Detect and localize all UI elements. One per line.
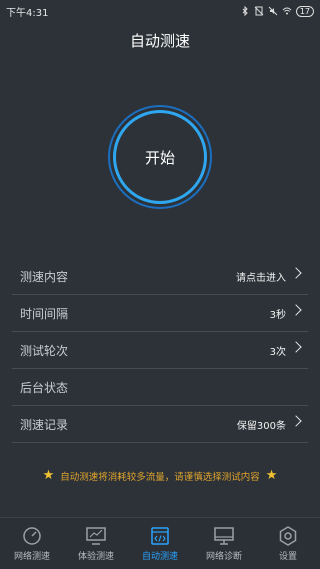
chevron-right-icon <box>290 415 302 427</box>
no-sim-icon <box>254 6 264 16</box>
setting-value: 保留300条 <box>236 420 286 432</box>
setting-label: 测速记录 <box>20 417 69 432</box>
chevron-right-icon <box>290 341 302 353</box>
tab-label: 体验测速 <box>77 551 114 562</box>
tab-network-diagnosis[interactable]: 网络诊断 <box>192 518 256 569</box>
code-window-icon <box>151 526 169 545</box>
gear-icon <box>279 525 297 546</box>
computer-icon <box>214 526 234 545</box>
chevron-right-icon <box>290 267 302 279</box>
tab-network-speed[interactable]: 网络测速 <box>0 518 64 569</box>
settings-list: 测速内容 请点击进入 时间间隔 3秒 测试轮次 3次 后台状态 测速记录 保留3… <box>12 258 308 443</box>
wifi-icon <box>282 7 292 15</box>
start-button-label: 开始 <box>144 148 175 167</box>
bluetooth-icon <box>242 6 248 16</box>
setting-label: 测试轮次 <box>20 343 69 358</box>
tab-label: 网络测速 <box>13 551 50 562</box>
monitor-chart-icon <box>86 526 106 545</box>
setting-row-rounds[interactable]: 测试轮次 3次 <box>12 332 308 369</box>
tab-label: 网络诊断 <box>205 551 242 562</box>
chevron-right-icon <box>290 304 302 316</box>
setting-value: 3次 <box>269 346 286 358</box>
tab-label: 设置 <box>278 551 297 562</box>
status-time: 下午4:31 <box>6 8 49 19</box>
tab-experience-speed[interactable]: 体验测速 <box>64 518 128 569</box>
bottom-tab-bar: 网络测速 体验测速 自动测速 网络诊断 设置 <box>0 517 320 569</box>
start-button[interactable]: 开始 <box>113 110 207 204</box>
setting-label: 时间间隔 <box>20 306 69 321</box>
setting-row-content[interactable]: 测速内容 请点击进入 <box>12 258 308 295</box>
setting-row-records[interactable]: 测速记录 保留300条 <box>12 406 308 443</box>
status-bar: 下午4:31 17 <box>0 0 320 22</box>
mute-icon <box>268 6 278 16</box>
speedometer-icon <box>23 526 41 545</box>
page-title: 自动测速 <box>129 32 190 50</box>
star-icon: ★ <box>265 468 278 483</box>
status-icons: 17 <box>240 3 314 19</box>
battery-indicator: 17 <box>295 5 314 17</box>
tab-settings[interactable]: 设置 <box>256 518 320 569</box>
star-icon: ★ <box>42 468 55 483</box>
setting-value: 3秒 <box>269 309 286 321</box>
setting-label: 后台状态 <box>20 380 69 395</box>
setting-label: 测速内容 <box>20 269 69 284</box>
tab-auto-speed[interactable]: 自动测速 <box>128 518 192 569</box>
tab-label: 自动测速 <box>141 551 178 562</box>
traffic-warning: ★ 自动测速将消耗较多流量，请谨慎选择测试内容 ★ <box>0 468 320 483</box>
warning-text: 自动测速将消耗较多流量，请谨慎选择测试内容 <box>60 471 260 483</box>
setting-value: 请点击进入 <box>236 272 286 284</box>
setting-row-interval[interactable]: 时间间隔 3秒 <box>12 295 308 332</box>
setting-row-background[interactable]: 后台状态 <box>12 369 308 406</box>
